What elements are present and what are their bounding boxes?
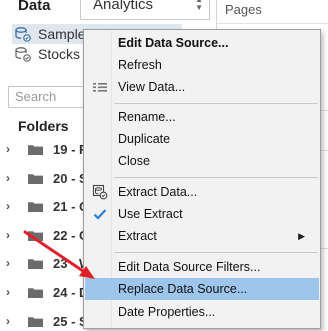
view-data-icon	[93, 83, 107, 92]
menu-separator	[114, 177, 318, 178]
chevron-right-icon[interactable]: ›	[6, 285, 16, 299]
menu-item-label: Edit Data Source Filters...	[118, 260, 261, 274]
chevron-right-icon[interactable]: ›	[6, 171, 16, 185]
menu-item-label: Close	[118, 154, 150, 168]
menu-item-date-properties[interactable]: Date Properties...	[85, 301, 319, 323]
chevron-right-icon[interactable]: ›	[6, 142, 16, 156]
folder-icon	[28, 201, 43, 212]
menu-item-replace-data-source[interactable]: Replace Data Source...	[85, 278, 319, 300]
submenu-arrow-icon: ▶	[298, 231, 305, 241]
menu-item-rename[interactable]: Rename...	[85, 106, 319, 128]
folder-item[interactable]: › 20 - Se	[6, 168, 95, 188]
menu-item-label: Extract	[118, 229, 157, 243]
chevron-right-icon[interactable]: ›	[6, 256, 16, 270]
menu-separator	[114, 103, 318, 104]
checkmark-icon	[93, 209, 107, 220]
chevron-right-icon[interactable]: ›	[6, 199, 16, 213]
folder-item[interactable]: › 19 - Fi	[6, 139, 91, 159]
data-source-extract-icon	[15, 47, 31, 62]
folder-icon	[28, 287, 43, 298]
menu-item-close[interactable]: Close	[85, 150, 319, 172]
menu-item-edit-data-source[interactable]: Edit Data Source...	[85, 32, 319, 54]
menu-item-label: Rename...	[118, 110, 176, 124]
menu-item-duplicate[interactable]: Duplicate	[85, 128, 319, 150]
folder-item[interactable]: › 23 - W	[6, 253, 91, 273]
menu-item-label: Use Extract	[118, 207, 183, 221]
folder-icon	[28, 258, 43, 269]
data-source-extract-icon	[15, 27, 31, 42]
data-source-context-menu: Edit Data Source... Refresh View Data...…	[83, 29, 321, 329]
menu-item-label: Duplicate	[118, 132, 171, 146]
data-source-label: Sample	[38, 26, 86, 42]
menu-item-label: Refresh	[118, 58, 162, 72]
menu-item-label: View Data...	[118, 80, 186, 94]
menu-item-label: Extract Data...	[118, 185, 198, 199]
folder-icon	[28, 230, 43, 241]
data-tab[interactable]: Data	[18, 0, 51, 14]
folders-heading: Folders	[18, 118, 69, 134]
menu-separator	[114, 252, 318, 253]
chevron-right-icon[interactable]: ›	[6, 314, 16, 328]
menu-item-view-data[interactable]: View Data...	[85, 76, 319, 98]
data-source-label: Stocks	[38, 46, 81, 62]
extract-data-icon	[92, 184, 108, 200]
chevron-right-icon[interactable]: ›	[6, 228, 16, 242]
menu-item-label: Edit Data Source...	[118, 36, 229, 50]
menu-item-extract-submenu[interactable]: Extract ▶	[85, 225, 319, 247]
analytics-tab[interactable]: Analytics ▲▼	[80, 0, 210, 20]
folder-icon	[28, 316, 43, 327]
menu-item-use-extract[interactable]: Use Extract	[85, 203, 319, 225]
menu-item-label: Replace Data Source...	[118, 282, 248, 296]
menu-item-edit-data-source-filters[interactable]: Edit Data Source Filters...	[85, 256, 319, 278]
menu-item-label: Date Properties...	[118, 305, 216, 319]
folder-icon	[28, 173, 43, 184]
folder-item[interactable]: › 25 - Sr	[6, 311, 93, 331]
pages-shelf-divider	[217, 23, 328, 24]
updown-arrows-icon: ▲▼	[195, 0, 203, 12]
data-source-item[interactable]: Stocks	[14, 44, 80, 64]
pages-shelf-label: Pages	[225, 2, 262, 17]
menu-item-extract-data[interactable]: Extract Data...	[85, 181, 319, 203]
analytics-tab-label: Analytics	[93, 0, 154, 13]
menu-item-refresh[interactable]: Refresh	[85, 54, 319, 76]
folder-icon	[28, 144, 43, 155]
folder-item[interactable]: › 24 - D	[6, 282, 88, 302]
